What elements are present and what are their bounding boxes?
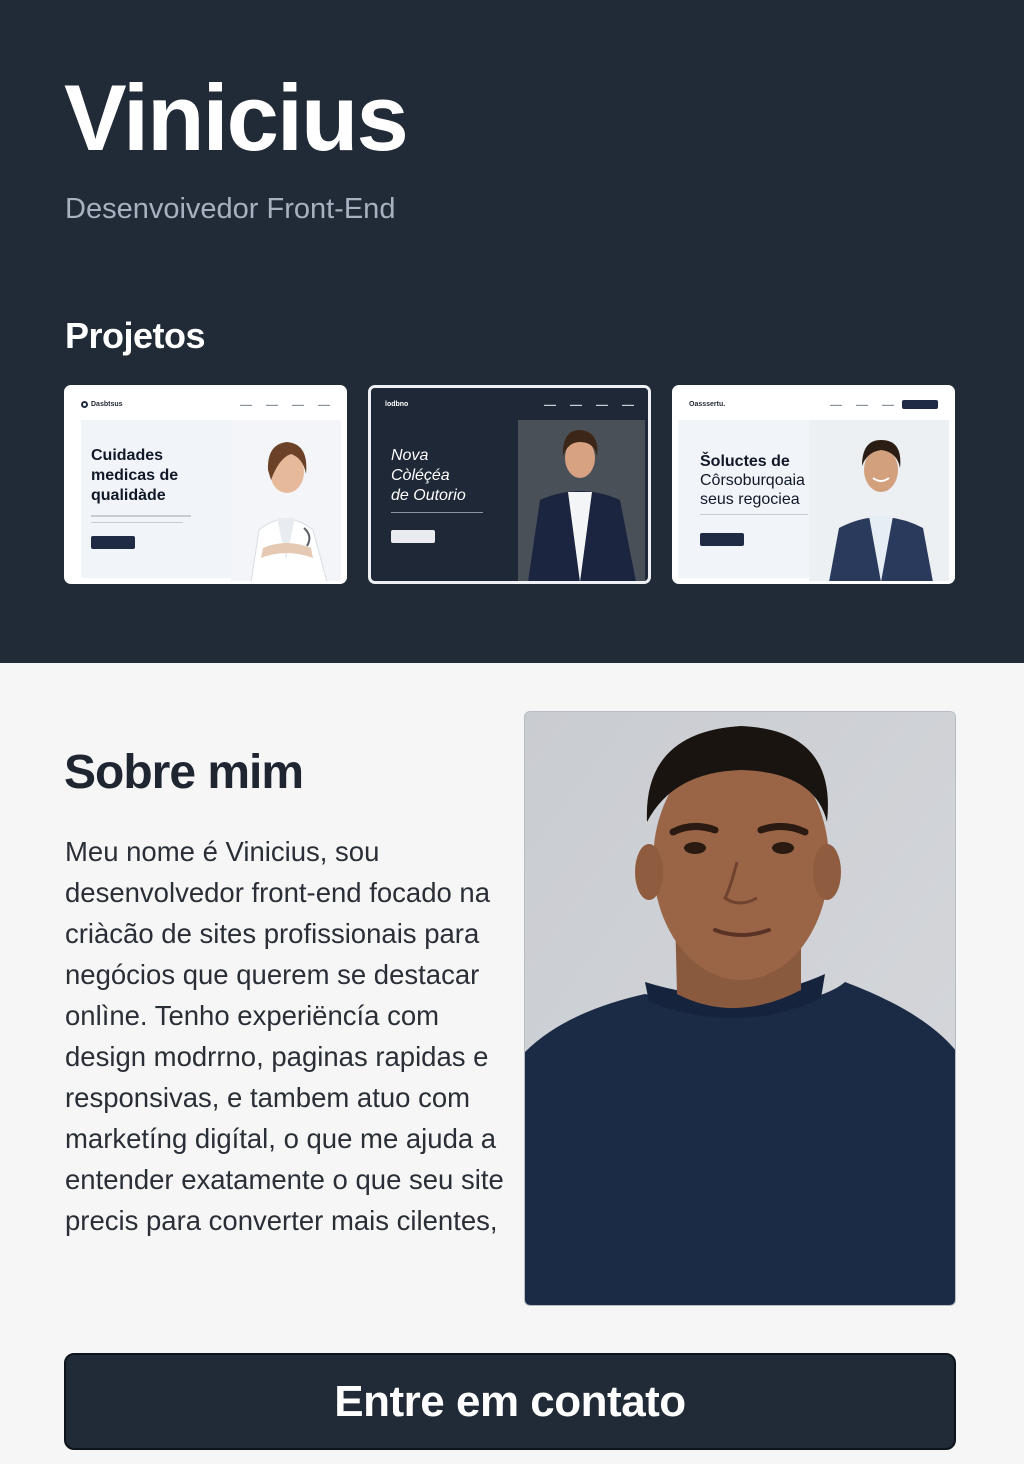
businessman-photo: [809, 420, 949, 581]
hero-role: Desenvoivedor Front-End: [65, 193, 396, 225]
mini-nav-links: ▬▬▬ ▬▬▬ ▬▬▬: [830, 401, 894, 407]
mini-hero: Cuidades medicas de qualidàde: [81, 420, 341, 581]
projects-title: Projetos: [65, 315, 206, 356]
mini-logo-text: Dasbtsus: [91, 400, 123, 408]
mini-logo-text: lodbno: [385, 400, 409, 408]
doctor-photo: [231, 420, 341, 581]
about-title: Sobre mim: [64, 746, 304, 799]
mini-button: [391, 530, 435, 543]
project-card-medical[interactable]: Dasbtsus ▬▬▬ ▬▬▬ ▬▬▬ ▬▬▬ Cuidades medicas d…: [64, 385, 347, 584]
mini-text-line: [91, 522, 183, 523]
mini-nav-links: ▬▬▬ ▬▬▬ ▬▬▬ ▬▬▬: [544, 401, 634, 407]
mini-hero: Šoluctes de Côrsoburqoaia seus regociea: [678, 420, 949, 581]
portrait-image: [525, 712, 955, 1305]
mini-title: Nova Còléçéa de Outorio: [391, 447, 466, 504]
mini-hero: Nova Còléçéa de Outorio: [374, 420, 645, 581]
about-paragraph: Meu nome é Vinicius, sou desenvolvedor f…: [65, 836, 504, 1236]
mini-navbar: Oasssertu. ▬▬▬ ▬▬▬ ▬▬▬: [675, 388, 952, 420]
mini-button: [91, 536, 135, 549]
mini-title: Cuidades medicas de qualidàde: [91, 447, 179, 504]
contact-button[interactable]: Entre em contato: [64, 1353, 956, 1450]
profile-portrait: [524, 711, 956, 1306]
project-card-business[interactable]: Oasssertu. ▬▬▬ ▬▬▬ ▬▬▬ Šoluctes de Côrsobu…: [672, 385, 955, 584]
mini-nav-button: [902, 399, 938, 409]
about-section: Sobre mim Meu nome é Vinicius, sou desen…: [0, 663, 1024, 1464]
mini-nav-links: ▬▬▬ ▬▬▬ ▬▬▬ ▬▬▬: [240, 401, 330, 407]
man-in-suit-photo: [518, 420, 645, 581]
mini-navbar: lodbno ▬▬▬ ▬▬▬ ▬▬▬ ▬▬▬: [371, 388, 648, 420]
logo-icon: [81, 400, 88, 408]
mini-text-line: [391, 512, 483, 513]
mini-button: [700, 533, 744, 546]
hero-name: Vinicius: [64, 65, 409, 170]
mini-text-line: [700, 514, 808, 515]
mini-logo-text: Oasssertu.: [689, 400, 726, 408]
mini-logo: Dasbtsus: [81, 400, 123, 408]
project-card-fashion[interactable]: lodbno ▬▬▬ ▬▬▬ ▬▬▬ ▬▬▬ Nova Còléçéa de Outo…: [368, 385, 651, 584]
hero-section: Vinicius Desenvoivedor Front-End Projeto…: [0, 0, 1024, 663]
mini-navbar: Dasbtsus ▬▬▬ ▬▬▬ ▬▬▬ ▬▬▬: [67, 388, 344, 420]
mini-text-line: [91, 515, 191, 517]
